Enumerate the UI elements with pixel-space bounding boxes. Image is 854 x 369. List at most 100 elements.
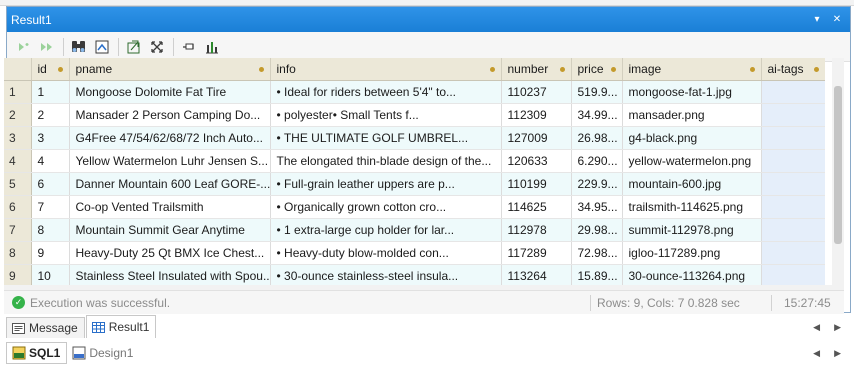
cell-id[interactable]: 4 (31, 149, 70, 173)
tab-prev-icon[interactable]: ◀ (813, 348, 820, 359)
pin-icon[interactable] (178, 36, 200, 58)
sort-filter-icon[interactable] (57, 67, 63, 72)
cell-id[interactable]: 1 (31, 80, 70, 104)
cell-number[interactable]: 113264 (501, 264, 572, 285)
sort-filter-icon[interactable] (610, 67, 616, 72)
table-row[interactable]: 5 6 Danner Mountain 600 Leaf GORE-... • … (4, 172, 825, 196)
cell-number[interactable]: 127009 (501, 126, 572, 150)
cell-id[interactable]: 3 (31, 126, 70, 150)
cell-pname[interactable]: Mountain Summit Gear Anytime (69, 218, 271, 242)
tab-next-icon[interactable]: ▶ (834, 322, 841, 333)
cell-info[interactable]: • Full-grain leather uppers are p... (270, 172, 502, 196)
cell-price[interactable]: 34.95... (571, 195, 623, 219)
cell-ai-tags[interactable] (761, 264, 825, 285)
sort-filter-icon[interactable] (559, 67, 565, 72)
cell-id[interactable]: 10 (31, 264, 70, 285)
grid-corner[interactable] (4, 58, 32, 81)
cell-price[interactable]: 6.290... (571, 149, 623, 173)
cell-number[interactable]: 112309 (501, 103, 572, 127)
row-number[interactable]: 8 (4, 241, 32, 265)
cell-info[interactable]: • Organically grown cotton cro... (270, 195, 502, 219)
cell-number[interactable]: 114625 (501, 195, 572, 219)
cell-number[interactable]: 120633 (501, 149, 572, 173)
table-row[interactable]: 1 1 Mongoose Dolomite Fat Tire • Ideal f… (4, 80, 825, 104)
column-header-image[interactable]: image (622, 58, 762, 81)
cell-pname[interactable]: Danner Mountain 600 Leaf GORE-... (69, 172, 271, 196)
export-icon[interactable] (123, 36, 145, 58)
column-header-ai-tags[interactable]: ai-tags (761, 58, 825, 81)
cell-info[interactable]: The elongated thin-blade design of the..… (270, 149, 502, 173)
cell-info[interactable]: • 30-ounce stainless-steel insula... (270, 264, 502, 285)
row-number[interactable]: 1 (4, 80, 32, 104)
row-number[interactable]: 2 (4, 103, 32, 127)
cell-price[interactable]: 26.98... (571, 126, 623, 150)
tab-result1[interactable]: Result1 (85, 315, 157, 338)
cell-info[interactable]: • polyester• Small Tents f... (270, 103, 502, 127)
cell-image[interactable]: mountain-600.jpg (622, 172, 762, 196)
cell-price[interactable]: 15.89... (571, 264, 623, 285)
resize-icon[interactable] (146, 36, 168, 58)
sort-filter-icon[interactable] (489, 67, 495, 72)
table-row[interactable]: 9 10 Stainless Steel Insulated with Spou… (4, 264, 825, 285)
table-row[interactable]: 8 9 Heavy-Duty 25 Qt BMX Ice Chest... • … (4, 241, 825, 265)
cell-info[interactable]: • Ideal for riders between 5'4" to... (270, 80, 502, 104)
cell-number[interactable]: 117289 (501, 241, 572, 265)
add-row-icon[interactable] (13, 36, 35, 58)
tab-message[interactable]: Message (6, 317, 85, 338)
scrollbar-thumb[interactable] (834, 86, 842, 244)
cell-image[interactable]: 30-ounce-113264.png (622, 264, 762, 285)
cell-ai-tags[interactable] (761, 218, 825, 242)
cell-pname[interactable]: Co-op Vented Trailsmith (69, 195, 271, 219)
cell-image[interactable]: igloo-117289.png (622, 241, 762, 265)
cell-pname[interactable]: G4Free 47/54/62/68/72 Inch Auto... (69, 126, 271, 150)
tab-prev-icon[interactable]: ◀ (813, 322, 820, 333)
cell-ai-tags[interactable] (761, 241, 825, 265)
next-icon[interactable] (36, 36, 58, 58)
column-header-id[interactable]: id (31, 58, 70, 81)
find-icon[interactable] (68, 36, 90, 58)
table-row[interactable]: 3 3 G4Free 47/54/62/68/72 Inch Auto... •… (4, 126, 825, 150)
cell-ai-tags[interactable] (761, 126, 825, 150)
bookmark-icon[interactable] (91, 36, 113, 58)
cell-price[interactable]: 72.98... (571, 241, 623, 265)
column-header-price[interactable]: price (571, 58, 623, 81)
table-row[interactable]: 7 8 Mountain Summit Gear Anytime • 1 ext… (4, 218, 825, 242)
sort-filter-icon[interactable] (749, 67, 755, 72)
cell-price[interactable]: 519.9... (571, 80, 623, 104)
row-number[interactable]: 3 (4, 126, 32, 150)
cell-image[interactable]: summit-112978.png (622, 218, 762, 242)
cell-image[interactable]: g4-black.png (622, 126, 762, 150)
close-icon[interactable]: ✕ (830, 13, 844, 27)
cell-ai-tags[interactable] (761, 195, 825, 219)
row-number[interactable]: 9 (4, 264, 32, 285)
cell-image[interactable]: mansader.png (622, 103, 762, 127)
row-number[interactable]: 5 (4, 172, 32, 196)
cell-ai-tags[interactable] (761, 149, 825, 173)
cell-id[interactable]: 8 (31, 218, 70, 242)
cell-number[interactable]: 110237 (501, 80, 572, 104)
cell-id[interactable]: 2 (31, 103, 70, 127)
table-row[interactable]: 2 2 Mansader 2 Person Camping Do... • po… (4, 103, 825, 127)
sort-filter-icon[interactable] (813, 67, 819, 72)
cell-number[interactable]: 110199 (501, 172, 572, 196)
row-number[interactable]: 4 (4, 149, 32, 173)
vertical-scrollbar[interactable] (832, 58, 844, 285)
column-header-pname[interactable]: pname (69, 58, 271, 81)
cell-price[interactable]: 29.98... (571, 218, 623, 242)
cell-price[interactable]: 34.99... (571, 103, 623, 127)
cell-id[interactable]: 6 (31, 172, 70, 196)
cell-pname[interactable]: Yellow Watermelon Luhr Jensen S... (69, 149, 271, 173)
tab-design1[interactable]: Design1 (67, 342, 139, 364)
tab-sql1[interactable]: SQL1 (6, 342, 68, 364)
cell-ai-tags[interactable] (761, 80, 825, 104)
sort-filter-icon[interactable] (258, 67, 264, 72)
cell-image[interactable]: trailsmith-114625.png (622, 195, 762, 219)
pin-dropdown-icon[interactable]: ▾ (810, 13, 824, 27)
row-number[interactable]: 7 (4, 218, 32, 242)
cell-info[interactable]: • Heavy-duty blow-molded con... (270, 241, 502, 265)
cell-pname[interactable]: Mansader 2 Person Camping Do... (69, 103, 271, 127)
cell-image[interactable]: yellow-watermelon.png (622, 149, 762, 173)
cell-id[interactable]: 7 (31, 195, 70, 219)
cell-info[interactable]: • THE ULTIMATE GOLF UMBREL... (270, 126, 502, 150)
table-row[interactable]: 4 4 Yellow Watermelon Luhr Jensen S... T… (4, 149, 825, 173)
